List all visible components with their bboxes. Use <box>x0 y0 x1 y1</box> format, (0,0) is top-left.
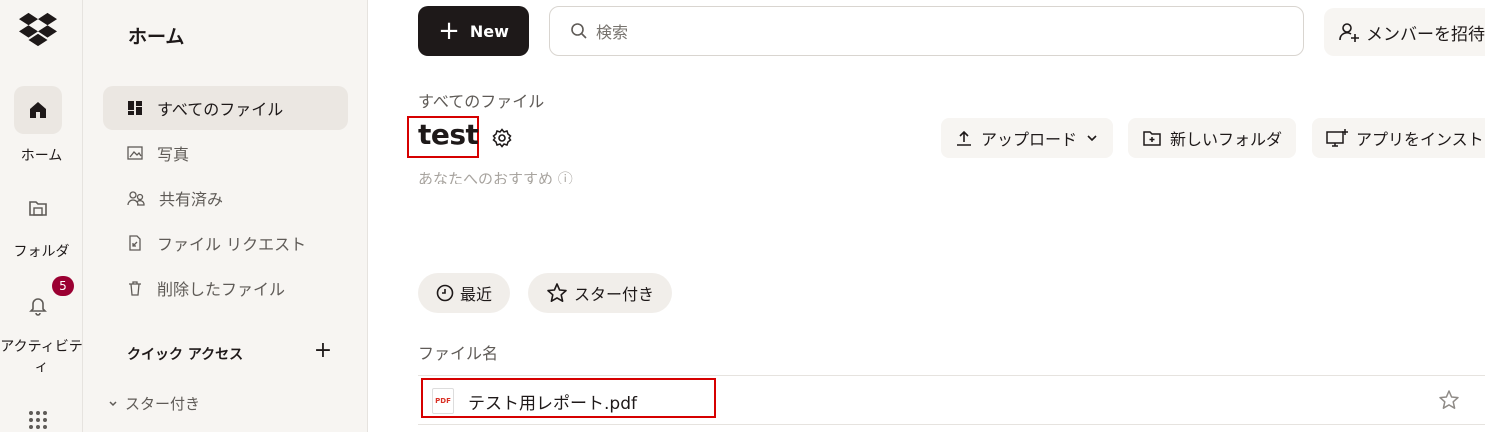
starred-section-label: スター付き <box>125 395 201 413</box>
sidebar-item-deleted[interactable]: 削除したファイル <box>103 266 348 310</box>
rail-folders-button[interactable] <box>14 184 62 232</box>
star-outline-icon[interactable] <box>1438 389 1460 411</box>
rail-home-button[interactable] <box>14 86 62 134</box>
photos-icon <box>127 146 143 160</box>
breadcrumb[interactable]: すべてのファイル <box>418 88 544 112</box>
left-rail: ホーム フォルダ 5 アクティビテ ィ <box>0 0 83 432</box>
activity-badge: 5 <box>52 276 74 296</box>
sidebar-title: ホーム <box>128 26 185 48</box>
rail-activity-label-cont: ィ <box>34 359 49 375</box>
new-button-label: New <box>469 21 509 41</box>
column-header-filename[interactable]: ファイル名 <box>418 340 498 364</box>
invite-members-label: メンバーを招待 <box>1366 24 1485 45</box>
upload-icon <box>957 130 971 146</box>
folder-icon <box>29 201 47 216</box>
add-user-icon <box>1339 23 1359 42</box>
sidebar-item-label: 共有済み <box>159 190 224 209</box>
plus-icon: + <box>438 16 460 46</box>
sidebar-item-label: 写真 <box>157 145 190 164</box>
starred-section-toggle[interactable]: スター付き <box>107 393 200 414</box>
dropbox-logo-icon[interactable] <box>19 12 57 48</box>
sidebar-item-all-files[interactable]: すべてのファイル <box>103 86 348 130</box>
recent-filter-label: 最近 <box>460 285 493 304</box>
home-icon <box>30 102 46 118</box>
quick-access-add-button[interactable]: + <box>312 340 334 362</box>
file-name[interactable]: テスト用レポート.pdf <box>468 389 637 414</box>
recent-filter-chip[interactable]: 最近 <box>418 273 511 313</box>
desktop-app-icon <box>1326 129 1348 147</box>
sidebar-item-label: すべてのファイル <box>157 100 284 119</box>
page-title: test <box>418 118 479 151</box>
sidebar-item-label: 削除したファイル <box>157 280 286 299</box>
clock-icon <box>436 284 454 302</box>
sidebar-item-photos[interactable]: 写真 <box>103 131 348 175</box>
install-app-label: アプリをインストール <box>1356 130 1485 149</box>
search-placeholder: 検索 <box>596 23 629 42</box>
search-icon <box>571 23 587 39</box>
star-icon <box>547 283 567 302</box>
sidebar-item-label: ファイル リクエスト <box>157 235 307 254</box>
sidebar: ホーム すべてのファイル 写真 共有済み ファイル リクエスト 削除したファイル… <box>83 0 368 432</box>
divider <box>418 424 1485 425</box>
install-app-button[interactable]: アプリをインストール <box>1312 118 1485 158</box>
apps-grid-icon[interactable] <box>28 410 48 430</box>
new-button[interactable]: + New <box>418 6 529 56</box>
quick-access-title: クイック アクセス <box>127 347 244 363</box>
all-files-icon <box>128 101 142 115</box>
pdf-file-icon: PDF <box>432 388 454 414</box>
rail-folders-label: フォルダ <box>13 244 70 260</box>
chevron-down-icon <box>1087 135 1097 142</box>
divider <box>418 375 1485 376</box>
upload-button[interactable]: アップロード <box>941 118 1114 158</box>
search-input[interactable]: 検索 <box>549 6 1304 56</box>
upload-label: アップロード <box>981 130 1078 149</box>
rail-activity-label: アクティビテ <box>0 339 83 355</box>
starred-filter-chip[interactable]: スター付き <box>528 273 673 313</box>
rail-home-label: ホーム <box>20 148 63 164</box>
invite-members-button[interactable]: メンバーを招待 <box>1324 8 1485 56</box>
sidebar-item-shared[interactable]: 共有済み <box>103 176 348 220</box>
shared-icon <box>127 191 145 206</box>
new-folder-label: 新しいフォルダ <box>1170 130 1283 149</box>
file-request-icon <box>129 235 141 251</box>
chevron-down-icon <box>109 400 117 406</box>
trash-icon <box>129 281 141 296</box>
new-folder-button[interactable]: 新しいフォルダ <box>1128 118 1297 158</box>
gear-icon[interactable] <box>492 128 512 148</box>
bell-icon <box>29 298 47 316</box>
sidebar-item-file-requests[interactable]: ファイル リクエスト <box>103 221 348 265</box>
starred-filter-label: スター付き <box>574 285 655 304</box>
new-folder-icon <box>1143 131 1161 146</box>
suggestions-heading: あなたへのおすすめ ⓘ <box>418 170 573 184</box>
table-row[interactable]: PDF テスト用レポート.pdf <box>432 388 637 414</box>
